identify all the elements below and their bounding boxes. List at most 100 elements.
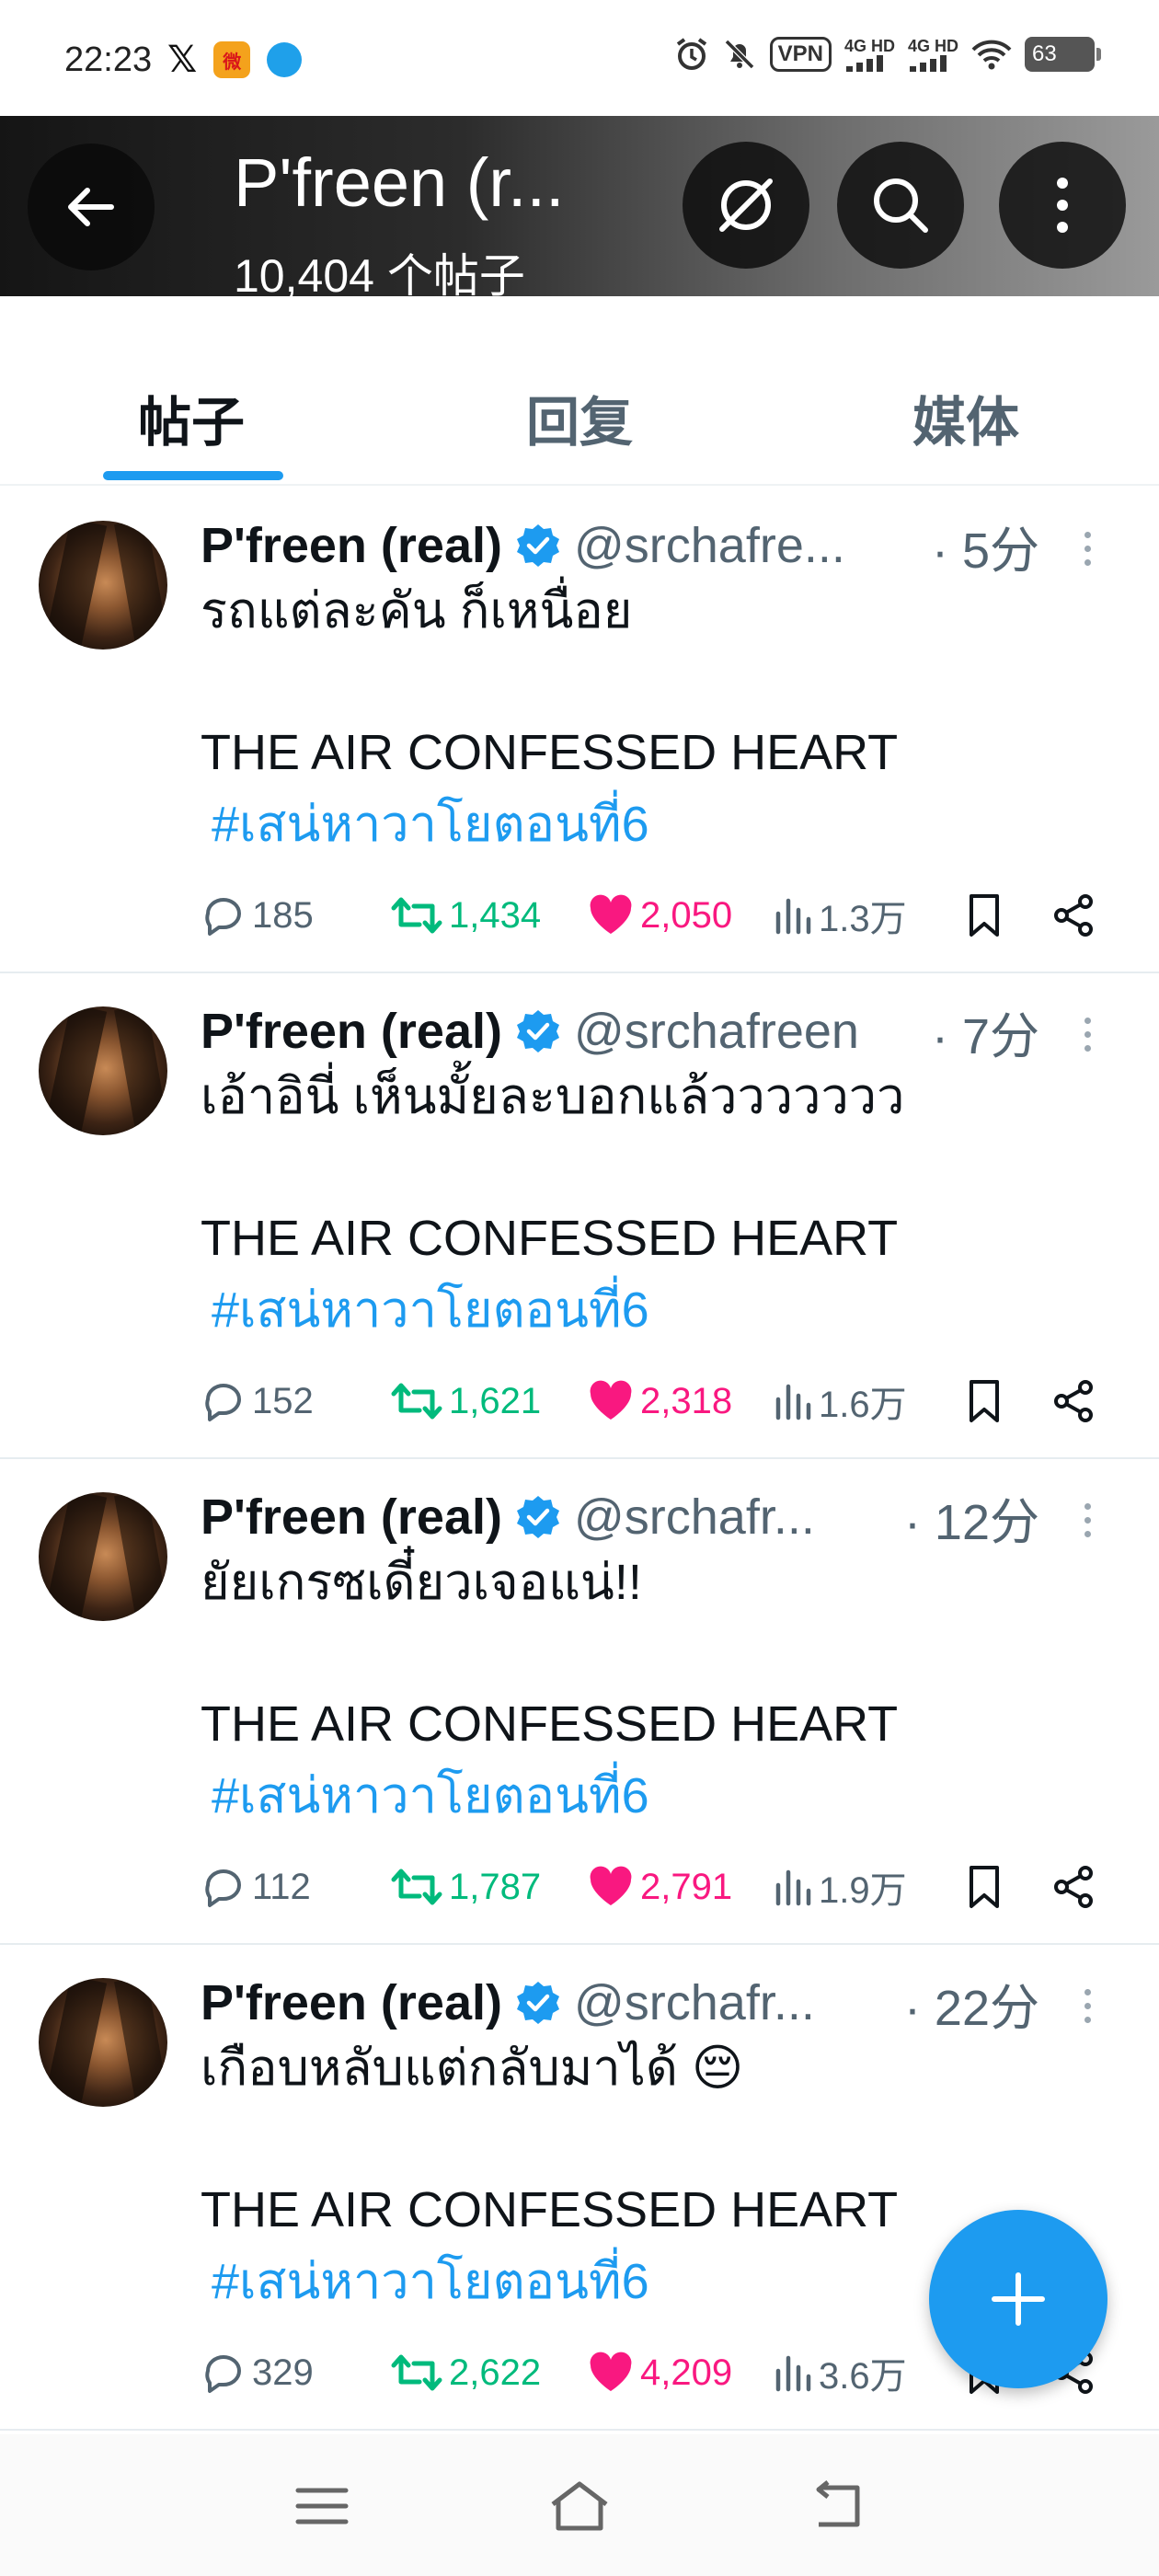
more-vertical-icon[interactable] [1078,1985,1096,2030]
retweet-button[interactable]: 2,622 [390,2340,541,2405]
more-vertical-icon[interactable] [1078,1014,1096,1058]
search-button[interactable] [837,142,964,269]
retweet-icon [391,1869,442,1905]
like-button[interactable]: 2,050 [587,883,732,948]
bookmark-button[interactable] [966,883,1008,948]
avatar[interactable] [39,521,167,650]
reply-button[interactable]: 112 [201,1855,311,1919]
tweet-item[interactable]: P'freen (real) @srchafre... · 5分 รถแต่ละ… [0,488,1159,973]
share-button[interactable] [1050,883,1102,948]
tweet-actions: 185 1,434 2,050 1.3万 [201,883,1130,948]
reply-count: 329 [252,2352,314,2393]
home-icon [551,2481,608,2531]
post-time: · 12分 [903,1494,1039,1550]
reply-button[interactable]: 329 [201,2340,314,2405]
share-button[interactable] [1050,1369,1102,1433]
profile-name-title: P'freen (r... [234,144,565,221]
tweet-item[interactable]: P'freen (real) @srchafreen · 7分 เอ้าอินี… [0,973,1159,1459]
views-button[interactable]: 3.6万 [773,2340,907,2405]
reply-icon [205,1384,241,1421]
profile-header: P'freen (r... 10,404 个帖子 [0,116,1159,296]
retweet-icon [391,1383,442,1420]
retweet-button[interactable]: 1,621 [390,1369,541,1433]
tab-replies[interactable]: 回复 [526,379,633,456]
retweet-count: 1,787 [449,1866,542,1907]
reply-button[interactable]: 152 [201,1369,314,1433]
bookmark-button[interactable] [966,1369,1008,1433]
recent-apps-button[interactable] [285,2478,359,2534]
tweet-item[interactable]: P'freen (real) @srchafr... · 12分 ยัยเกรซ… [0,1459,1159,1945]
author-handle[interactable]: @srchafr... [574,1489,815,1546]
status-right-icons: VPN 4G HD 4G HD 63 [674,37,1101,72]
system-nav-bar [0,2434,1159,2576]
back-button[interactable] [28,144,155,270]
tweet-text: เอ้าอินี่ เห็นมั้ยละบอกแล้ววววววว [201,1069,905,1124]
active-tab-indicator [103,471,283,480]
author-handle[interactable]: @srchafr... [574,1974,815,2031]
x-app-icon: 𝕏 [167,39,198,81]
views-button[interactable]: 1.6万 [773,1369,907,1433]
tweet-text-line2: THE AIR CONFESSED HEART [201,725,899,780]
author-name[interactable]: P'freen (real) [201,517,502,574]
tweet-header: P'freen (real) @srchafreen · 7分 [201,999,1130,1064]
hashtag-link[interactable]: #เสน่หาวาโยตอนที่6 [212,789,649,859]
like-count: 2,318 [640,1380,733,1421]
like-count: 2,050 [640,894,733,936]
heart-filled-icon [590,1380,632,1420]
views-chart-icon [775,898,811,935]
back-nav-button[interactable] [800,2478,874,2534]
more-options-button[interactable] [999,142,1126,269]
share-button[interactable] [1050,1855,1102,1919]
more-vertical-icon[interactable] [1078,528,1096,572]
hashtag-link[interactable]: #เสน่หาวาโยตอนที่6 [212,1275,649,1345]
tweet-header: P'freen (real) @srchafr... · 22分 [201,1971,1130,2036]
hashtag-link[interactable]: #เสน่หาวาโยตอนที่6 [212,1761,649,1831]
reply-button[interactable]: 185 [201,883,314,948]
author-name[interactable]: P'freen (real) [201,1003,502,1060]
signal-indicator-2: 4G HD [908,37,958,72]
weibo-app-icon: 微 [213,41,251,78]
compose-post-button[interactable] [929,2210,1107,2388]
home-button[interactable] [543,2478,616,2534]
tab-posts[interactable]: 帖子 [138,379,245,456]
menu-icon [295,2488,349,2524]
bookmark-button[interactable] [966,1855,1008,1919]
like-button[interactable]: 2,318 [587,1369,732,1433]
mute-notification-icon [722,37,757,72]
retweet-button[interactable]: 1,434 [390,883,541,948]
views-button[interactable]: 1.3万 [773,883,907,948]
like-button[interactable]: 4,209 [587,2340,732,2405]
more-vertical-icon[interactable] [1078,1500,1096,1544]
author-handle[interactable]: @srchafre... [574,517,845,574]
like-button[interactable]: 2,791 [587,1855,732,1919]
views-chart-icon [775,2355,811,2392]
avatar[interactable] [39,1978,167,2107]
author-name[interactable]: P'freen (real) [201,1489,502,1546]
retweet-button[interactable]: 1,787 [390,1855,541,1919]
back-icon [816,2480,860,2527]
avatar[interactable] [39,1006,167,1135]
post-time: · 5分 [931,523,1039,579]
avatar[interactable] [39,1492,167,1621]
tweet-text: รถแต่ละคัน ก็เหนื่อย [201,583,633,638]
retweet-icon [391,897,442,934]
translate-off-button[interactable] [683,142,809,269]
author-name[interactable]: P'freen (real) [201,1974,502,2031]
tweet-text-line2: THE AIR CONFESSED HEART [201,1211,899,1266]
bookmark-icon [970,894,999,937]
tweet-actions: 112 1,787 2,791 1.9万 [201,1855,1130,1919]
bookmark-icon [970,1866,999,1908]
hashtag-link[interactable]: #เสน่หาวาโยตอนที่6 [212,2247,649,2317]
tweet-actions: 152 1,621 2,318 1.6万 [201,1369,1130,1433]
tab-media[interactable]: 媒体 [912,379,1019,456]
views-button[interactable]: 1.9万 [773,1855,907,1919]
reply-count: 185 [252,894,314,936]
views-chart-icon [775,1869,811,1906]
like-count: 2,791 [640,1866,733,1907]
view-count: 1.3万 [819,899,907,939]
author-handle[interactable]: @srchafreen [574,1003,859,1060]
tweet-header: P'freen (real) @srchafr... · 12分 [201,1485,1130,1550]
views-chart-icon [775,1384,811,1420]
retweet-count: 2,622 [449,2352,542,2393]
heart-filled-icon [590,1866,632,1905]
